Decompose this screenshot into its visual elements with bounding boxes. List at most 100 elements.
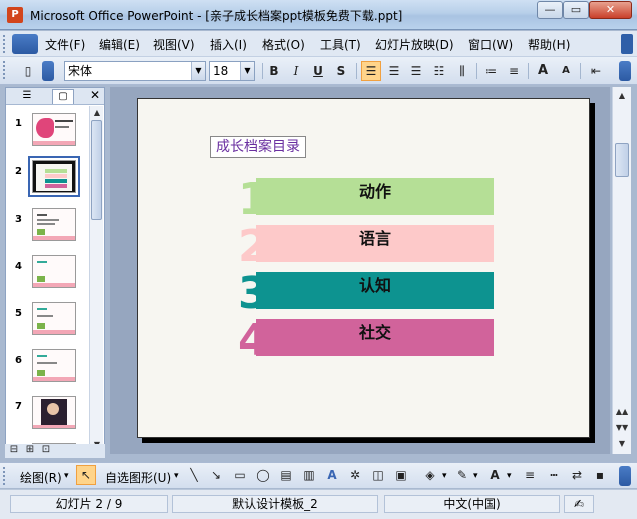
item-bar-2[interactable]: 语言 bbox=[256, 225, 494, 262]
numbered-list-icon[interactable]: ≔ bbox=[481, 61, 501, 81]
menu-slideshow[interactable]: 幻灯片放映(D) bbox=[375, 36, 454, 53]
menu-window[interactable]: 窗口(W) bbox=[468, 36, 513, 53]
align-right-button[interactable]: ☰ bbox=[406, 61, 426, 81]
font-size-select[interactable]: 18 ▼ bbox=[209, 61, 255, 81]
shrink-font-button[interactable]: A bbox=[556, 61, 576, 81]
slide-thumbnail-5[interactable] bbox=[32, 302, 76, 335]
slide-thumbnail-6[interactable] bbox=[32, 349, 76, 382]
align-center-button[interactable]: ☰ bbox=[384, 61, 404, 81]
toolbar-grip[interactable] bbox=[3, 61, 7, 79]
slide-thumbnail-1[interactable] bbox=[32, 113, 76, 146]
toolbar-grip[interactable] bbox=[3, 467, 7, 485]
distribute-icon[interactable]: ⫼ bbox=[452, 61, 472, 81]
menu-grip[interactable] bbox=[3, 35, 7, 53]
rectangle-tool-icon[interactable]: ▭ bbox=[230, 465, 250, 485]
font-name-select[interactable]: 宋体 ▼ bbox=[64, 61, 206, 81]
vertical-textbox-icon[interactable]: ▥ bbox=[299, 465, 319, 485]
new-document-icon[interactable]: ▯ bbox=[18, 61, 38, 81]
bulleted-list-icon[interactable]: ≡ bbox=[504, 61, 524, 81]
panel-tabs: ☰ ▢ ✕ bbox=[6, 88, 104, 105]
arrow-tool-icon[interactable]: ↘ bbox=[206, 465, 226, 485]
chevron-down-icon[interactable]: ▾ bbox=[473, 471, 478, 481]
shadow-style-icon[interactable]: ▪ bbox=[590, 465, 610, 485]
menu-file[interactable]: 文件(F) bbox=[45, 36, 85, 53]
dash-style-icon[interactable]: ┅ bbox=[544, 465, 564, 485]
oval-tool-icon[interactable]: ◯ bbox=[253, 465, 273, 485]
menubar-options-icon[interactable] bbox=[621, 34, 633, 54]
spelling-check-icon[interactable]: ✍ bbox=[564, 495, 594, 513]
underline-button[interactable]: U bbox=[308, 61, 328, 81]
powerpoint-app-icon[interactable]: P bbox=[7, 7, 23, 23]
document-menu-icon[interactable] bbox=[12, 34, 38, 54]
chevron-down-icon[interactable]: ▼ bbox=[240, 62, 254, 80]
previous-slide-icon[interactable]: ▲▲ bbox=[615, 405, 629, 419]
slides-scrollbar[interactable]: ▲ ▼ bbox=[89, 106, 103, 452]
justify-icon[interactable]: ☷ bbox=[429, 61, 449, 81]
scroll-down-icon[interactable]: ▼ bbox=[615, 437, 629, 451]
chevron-down-icon[interactable]: ▾ bbox=[507, 471, 512, 481]
slideshow-icon[interactable]: ⊡ bbox=[39, 440, 53, 460]
arrow-style-icon[interactable]: ⇄ bbox=[567, 465, 587, 485]
grow-font-button[interactable]: A bbox=[533, 61, 553, 81]
slide-thumbnail-7[interactable] bbox=[32, 396, 76, 429]
menu-view[interactable]: 视图(V) bbox=[153, 36, 195, 53]
minimize-button[interactable]: — bbox=[537, 1, 563, 19]
menu-edit[interactable]: 编辑(E) bbox=[99, 36, 140, 53]
line-tool-icon[interactable]: ╲ bbox=[184, 465, 204, 485]
separator bbox=[580, 63, 581, 79]
next-slide-icon[interactable]: ▼▼ bbox=[615, 421, 629, 435]
separator bbox=[356, 63, 357, 79]
select-pointer-icon[interactable]: ↖ bbox=[76, 465, 96, 485]
scroll-thumb[interactable] bbox=[91, 120, 102, 220]
fill-color-icon[interactable]: ◈ bbox=[420, 465, 440, 485]
diagram-icon[interactable]: ✲ bbox=[345, 465, 365, 485]
close-icon[interactable]: ✕ bbox=[90, 88, 100, 102]
window-title: Microsoft Office PowerPoint - [亲子成长档案ppt… bbox=[30, 9, 403, 23]
menu-help[interactable]: 帮助(H) bbox=[528, 36, 570, 53]
line-color-icon[interactable]: ✎ bbox=[452, 465, 472, 485]
italic-button[interactable]: I bbox=[286, 61, 306, 81]
menu-format[interactable]: 格式(O) bbox=[262, 36, 305, 53]
decrease-indent-icon[interactable]: ⇤ bbox=[586, 61, 606, 81]
chevron-down-icon[interactable]: ▼ bbox=[191, 62, 205, 80]
toolbar-options-icon[interactable] bbox=[42, 61, 54, 81]
slide-title[interactable]: 成长档案目录 bbox=[210, 136, 306, 158]
normal-view-icon[interactable]: ⊟ bbox=[7, 440, 21, 460]
menu-insert[interactable]: 插入(I) bbox=[210, 36, 247, 53]
scroll-up-icon[interactable]: ▲ bbox=[90, 106, 104, 120]
align-left-button[interactable]: ☰ bbox=[361, 61, 381, 81]
slide-sorter-icon[interactable]: ⊞ bbox=[23, 440, 37, 460]
tab-slides[interactable]: ▢ bbox=[52, 89, 74, 104]
draw-menu-button[interactable]: 绘图(R) bbox=[20, 469, 62, 486]
item-bar-4[interactable]: 社交 bbox=[256, 319, 494, 356]
slides-panel: ☰ ▢ ✕ 1 2 3 4 5 6 7 ▲ bbox=[5, 87, 105, 454]
wordart-icon[interactable]: A bbox=[322, 465, 342, 485]
menu-tools[interactable]: 工具(T) bbox=[320, 36, 361, 53]
item-bar-3[interactable]: 认知 bbox=[256, 272, 494, 309]
chevron-down-icon[interactable]: ▾ bbox=[442, 471, 447, 481]
slide-scrollbar[interactable]: ▲ ▲▲ ▼▼ ▼ bbox=[612, 87, 631, 454]
line-style-icon[interactable]: ≡ bbox=[520, 465, 540, 485]
autoshapes-menu-button[interactable]: 自选图形(U) bbox=[105, 469, 171, 486]
slide-thumbnail-2[interactable] bbox=[28, 156, 80, 197]
design-template-status[interactable]: 默认设计模板_2 bbox=[172, 495, 378, 513]
slide-thumbnail-4[interactable] bbox=[32, 255, 76, 288]
slide-canvas[interactable]: 成长档案目录 1 动作 2 语言 3 认知 4 社交 bbox=[137, 98, 590, 438]
font-color-icon[interactable]: A bbox=[485, 465, 505, 485]
close-button[interactable]: ✕ bbox=[589, 1, 632, 19]
chevron-down-icon[interactable]: ▾ bbox=[174, 471, 179, 481]
toolbar-options-icon[interactable] bbox=[619, 61, 631, 81]
textbox-tool-icon[interactable]: ▤ bbox=[276, 465, 296, 485]
slide-thumbnail-3[interactable] bbox=[32, 208, 76, 241]
tab-outline[interactable]: ☰ bbox=[16, 89, 38, 104]
bold-button[interactable]: B bbox=[264, 61, 284, 81]
item-bar-1[interactable]: 动作 bbox=[256, 178, 494, 215]
scroll-up-icon[interactable]: ▲ bbox=[615, 89, 629, 103]
shadow-button[interactable]: S bbox=[331, 61, 351, 81]
toolbar-options-icon[interactable] bbox=[619, 466, 631, 486]
clipart-icon[interactable]: ◫ bbox=[368, 465, 388, 485]
chevron-down-icon[interactable]: ▾ bbox=[64, 471, 69, 481]
picture-icon[interactable]: ▣ bbox=[391, 465, 411, 485]
scroll-thumb[interactable] bbox=[615, 143, 629, 177]
restore-button[interactable]: ▭ bbox=[563, 1, 589, 19]
